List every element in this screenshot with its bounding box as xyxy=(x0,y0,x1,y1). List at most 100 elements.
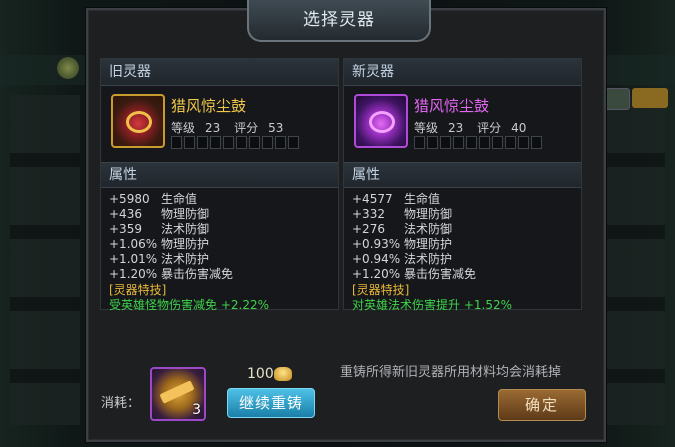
gem-slot xyxy=(492,136,503,149)
stat-name: 生命值 xyxy=(404,192,441,206)
new-skill-title: [灵器特技] xyxy=(352,283,410,297)
stat-name: 法术防护 xyxy=(161,252,210,266)
material-icon[interactable]: 3 xyxy=(150,367,206,421)
price-value: 100 xyxy=(247,366,274,382)
cost-count: 3 xyxy=(192,402,201,418)
gem-slot xyxy=(414,136,425,149)
new-skill-desc: 对英雄法术伤害提升 +1.52% xyxy=(352,298,512,312)
background-left-list xyxy=(10,95,80,425)
gem-slot xyxy=(223,136,234,149)
gem-slot xyxy=(171,136,182,149)
stat-name: 生命值 xyxy=(161,192,198,206)
gem-slot xyxy=(479,136,490,149)
gem-slot xyxy=(210,136,221,149)
background-right-list xyxy=(603,95,665,425)
gem-slot xyxy=(236,136,247,149)
old-skill-desc: 受英雄怪物伤害减免 +2.22% xyxy=(109,298,269,312)
new-panel-header: 新灵器 xyxy=(344,59,581,86)
continue-recast-button[interactable]: 继续重铸 xyxy=(227,388,315,418)
new-level-label: 等级 xyxy=(414,121,439,135)
old-gem-slots xyxy=(171,136,299,149)
dialog-title: 选择灵器 xyxy=(303,10,375,30)
gem-slot xyxy=(197,136,208,149)
new-item-name: 猎风惊尘鼓 xyxy=(414,97,490,115)
stat-row: +5980 生命值 xyxy=(109,192,338,207)
stat-row: +1.01% 法术防护 xyxy=(109,252,338,267)
gem-slot xyxy=(466,136,477,149)
new-item-row: 猎风惊尘鼓 等级 23 评分 40 xyxy=(344,86,581,158)
gem-slot xyxy=(184,136,195,149)
new-stats-list: +4577 生命值 +332 物理防御 +276 法术防御 +0.93% 物理防护 +0… xyxy=(344,188,581,282)
new-artifact-icon[interactable] xyxy=(354,94,408,148)
stat-name: 物理防御 xyxy=(404,207,453,221)
stat-value: +1.20% xyxy=(352,267,401,281)
new-score: 40 xyxy=(511,121,527,135)
gem-slot xyxy=(427,136,438,149)
stat-row: +1.06% 物理防护 xyxy=(109,237,338,252)
old-item-meta: 等级 23 评分 53 xyxy=(171,119,293,136)
stat-row: +0.94% 法术防护 xyxy=(352,252,581,267)
recast-note: 重铸所得新旧灵器所用材料均会消耗掉 xyxy=(340,365,562,380)
stat-row: +1.20% 暴击伤害减免 xyxy=(109,267,338,282)
new-score-label: 评分 xyxy=(477,121,502,135)
new-gem-slots xyxy=(414,136,542,149)
stat-name: 物理防御 xyxy=(161,207,210,221)
gem-slot xyxy=(288,136,299,149)
stat-row: +359 法术防御 xyxy=(109,222,338,237)
gem-slot xyxy=(518,136,529,149)
gem-slot xyxy=(505,136,516,149)
background-button-2 xyxy=(632,88,668,108)
stat-row: +436 物理防御 xyxy=(109,207,338,222)
old-item-name: 猎风惊尘鼓 xyxy=(171,97,247,115)
gold-bar-icon xyxy=(159,380,195,404)
gem-slot xyxy=(249,136,260,149)
gem-slot xyxy=(440,136,451,149)
stat-row: +0.93% 物理防护 xyxy=(352,237,581,252)
gem-slot xyxy=(531,136,542,149)
stat-value: +1.20% xyxy=(109,267,158,281)
stat-row: +332 物理防御 xyxy=(352,207,581,222)
title-plate: 选择灵器 xyxy=(247,0,431,42)
old-artifact-icon[interactable] xyxy=(111,94,165,148)
gold-ingot-icon xyxy=(274,367,292,381)
drum-icon xyxy=(126,111,152,133)
stat-row: +276 法术防御 xyxy=(352,222,581,237)
stat-name: 暴击伤害减免 xyxy=(404,267,477,281)
gem-slot xyxy=(262,136,273,149)
stat-name: 法术防御 xyxy=(404,222,453,236)
stat-value: +0.93% xyxy=(352,237,401,251)
old-stats-list: +5980 生命值 +436 物理防御 +359 法术防御 +1.06% 物理防护 +1… xyxy=(101,188,338,282)
confirm-button[interactable]: 确定 xyxy=(498,389,586,421)
old-level: 23 xyxy=(205,121,221,135)
stat-name: 暴击伤害减免 xyxy=(161,267,234,281)
gem-slot xyxy=(453,136,464,149)
new-level: 23 xyxy=(448,121,464,135)
stat-row: +4577 生命值 xyxy=(352,192,581,207)
stat-name: 物理防护 xyxy=(161,237,210,251)
stat-value: +5980 xyxy=(109,192,150,206)
stat-row: +1.20% 暴击伤害减免 xyxy=(352,267,581,282)
new-attr-header: 属性 xyxy=(344,162,581,188)
stat-value: +436 xyxy=(109,207,142,221)
stat-name: 法术防御 xyxy=(161,222,210,236)
stat-value: +4577 xyxy=(352,192,393,206)
drum-icon xyxy=(369,111,395,133)
stat-value: +0.94% xyxy=(352,252,401,266)
background-coin-icon xyxy=(57,57,79,79)
old-level-label: 等级 xyxy=(171,121,196,135)
old-score-label: 评分 xyxy=(234,121,259,135)
stat-value: +1.06% xyxy=(109,237,158,251)
cost-label: 消耗： xyxy=(101,396,141,411)
old-skill-title: [灵器特技] xyxy=(109,283,167,297)
new-artifact-panel: 新灵器 猎风惊尘鼓 等级 23 评分 40 属性 +4577 生命值 +332 物理防御… xyxy=(343,58,582,312)
stat-value: +332 xyxy=(352,207,385,221)
old-panel-header: 旧灵器 xyxy=(101,59,338,86)
stat-name: 法术防护 xyxy=(404,252,453,266)
stat-name: 物理防护 xyxy=(404,237,453,251)
stat-value: +1.01% xyxy=(109,252,158,266)
stat-value: +359 xyxy=(109,222,142,236)
old-attr-header: 属性 xyxy=(101,162,338,188)
old-artifact-panel: 旧灵器 猎风惊尘鼓 等级 23 评分 53 属性 +5980 生命值 +436 物理防御… xyxy=(100,58,339,312)
gem-slot xyxy=(275,136,286,149)
new-item-meta: 等级 23 评分 40 xyxy=(414,119,536,136)
